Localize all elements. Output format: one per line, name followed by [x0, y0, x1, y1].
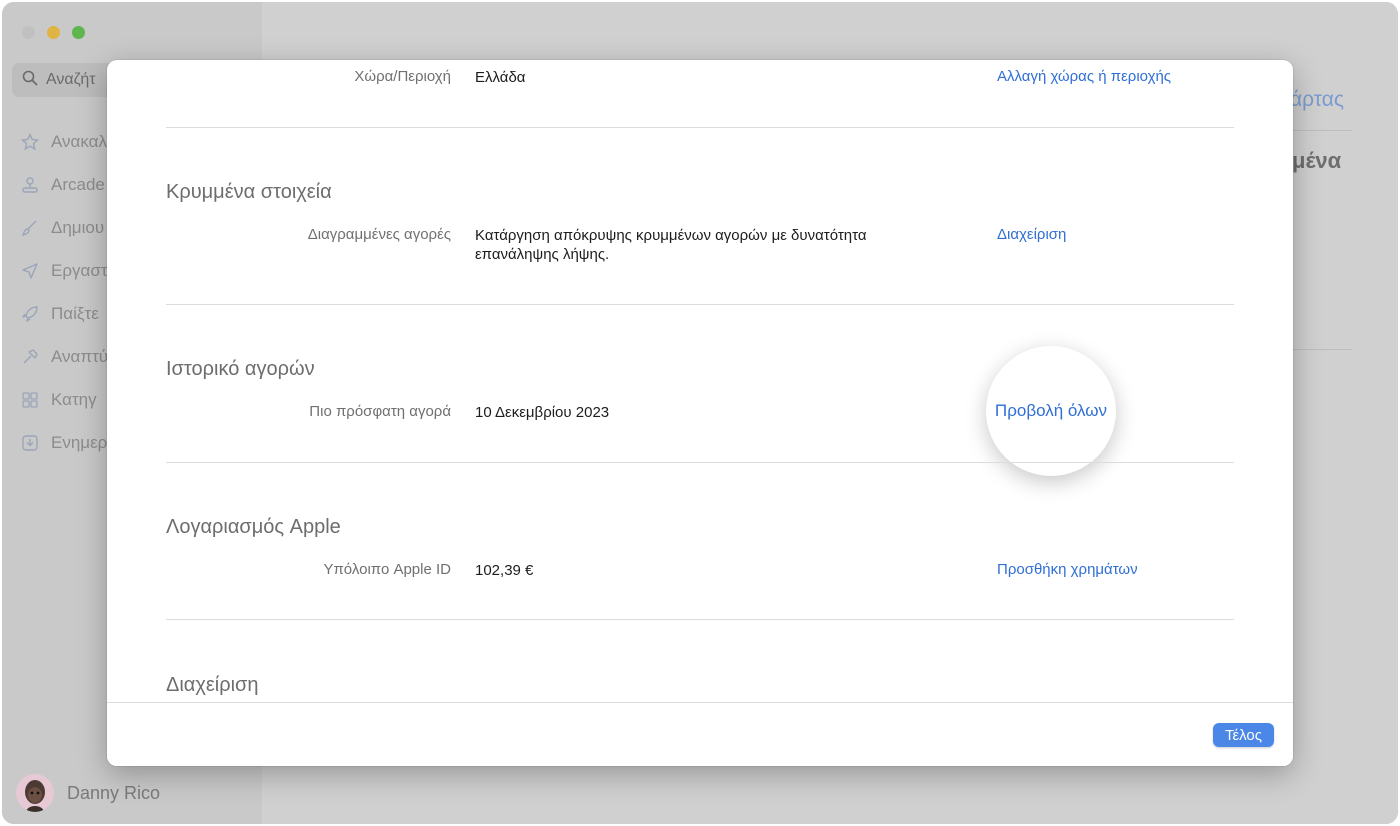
star-icon	[20, 132, 40, 152]
hammer-icon	[20, 347, 40, 367]
sidebar-item-label: Ανακαλ	[51, 131, 107, 151]
brush-icon	[20, 218, 40, 238]
account-settings-sheet: Χώρα/Περιοχή Ελλάδα Αλλαγή χώρας ή περιο…	[107, 60, 1293, 766]
rocket-icon	[20, 304, 40, 324]
sidebar-item-label: Εργαστ	[51, 260, 108, 280]
sidebar-item-work[interactable]: Εργαστ	[20, 249, 108, 292]
download-tray-icon	[20, 433, 40, 453]
sidebar-item-develop[interactable]: Αναπτύ	[20, 335, 108, 378]
balance-value: 102,39 €	[475, 562, 534, 579]
hidden-items-title: Κρυμμένα στοιχεία	[166, 181, 332, 203]
sidebar-item-discover[interactable]: Ανακαλ	[20, 120, 108, 163]
see-all-link[interactable]: Προβολή όλων	[995, 401, 1107, 421]
sidebar-item-arcade[interactable]: Arcade	[20, 163, 108, 206]
sheet-scroll-area[interactable]: Χώρα/Περιοχή Ελλάδα Αλλαγή χώρας ή περιο…	[107, 60, 1293, 702]
apple-account-title: Λογαριασμός Apple	[166, 516, 341, 538]
divider	[166, 462, 1234, 463]
latest-purchase-value: 10 Δεκεμβρίου 2023	[475, 404, 610, 421]
sidebar-item-play[interactable]: Παίξτε	[20, 292, 108, 335]
divider	[166, 127, 1234, 128]
divider	[166, 304, 1234, 305]
background-link: άρτας	[1290, 88, 1345, 111]
sidebar-item-label: Αναπτύ	[51, 346, 109, 366]
account-button[interactable]: Danny Rico	[16, 774, 160, 812]
background-heading: μένα	[1292, 148, 1342, 173]
window-controls	[22, 26, 85, 39]
joystick-icon	[20, 175, 40, 195]
balance-label: Υπόλοιπο Apple ID	[323, 561, 451, 578]
deleted-purchases-label: Διαγραμμένες αγορές	[307, 226, 451, 243]
country-value: Ελλάδα	[475, 69, 526, 86]
search-placeholder: Αναζήτ	[46, 71, 96, 88]
sidebar-nav: Ανακαλ Arcade Δημιου Εργαστ Παίξτε Αναπτ…	[20, 120, 108, 464]
deleted-purchases-value: Κατάργηση απόκρυψης κρυμμένων αγορών με …	[475, 226, 867, 264]
deleted-purchases-line1: Κατάργηση απόκρυψης κρυμμένων αγορών με …	[475, 227, 867, 244]
change-country-link[interactable]: Αλλαγή χώρας ή περιοχής	[997, 68, 1171, 85]
manage-hidden-link[interactable]: Διαχείριση	[997, 226, 1066, 243]
sheet-footer: Τέλος	[107, 702, 1293, 766]
highlight-callout: Προβολή όλων	[986, 346, 1116, 476]
sidebar-item-label: Arcade	[51, 174, 105, 194]
done-button[interactable]: Τέλος	[1212, 723, 1274, 747]
minimize-window-button[interactable]	[47, 26, 60, 39]
sidebar-item-updates[interactable]: Ενημερ	[20, 421, 108, 464]
sidebar-item-label: Δημιου	[51, 217, 105, 237]
close-window-button[interactable]	[22, 26, 35, 39]
purchase-history-title: Ιστορικό αγορών	[166, 358, 315, 380]
grid-icon	[20, 390, 40, 410]
sidebar-item-label: Ενημερ	[51, 432, 108, 452]
sidebar-item-categories[interactable]: Κατηγ	[20, 378, 108, 421]
divider	[1292, 349, 1352, 350]
latest-purchase-label: Πιο πρόσφατη αγορά	[309, 403, 451, 420]
sidebar-item-label: Παίξτε	[51, 303, 99, 323]
search-icon	[22, 70, 38, 91]
user-name: Danny Rico	[67, 782, 161, 803]
add-funds-link[interactable]: Προσθήκη χρημάτων	[997, 561, 1138, 578]
divider	[1292, 130, 1352, 131]
country-label: Χώρα/Περιοχή	[354, 68, 451, 85]
deleted-purchases-line2: επανάληψης λήψης.	[475, 246, 610, 263]
sidebar-item-label: Κατηγ	[51, 389, 97, 409]
avatar	[16, 774, 54, 812]
manage-title: Διαχείριση	[166, 674, 259, 696]
divider	[166, 619, 1234, 620]
paper-plane-icon	[20, 261, 40, 281]
zoom-window-button[interactable]	[72, 26, 85, 39]
sidebar-item-create[interactable]: Δημιου	[20, 206, 108, 249]
